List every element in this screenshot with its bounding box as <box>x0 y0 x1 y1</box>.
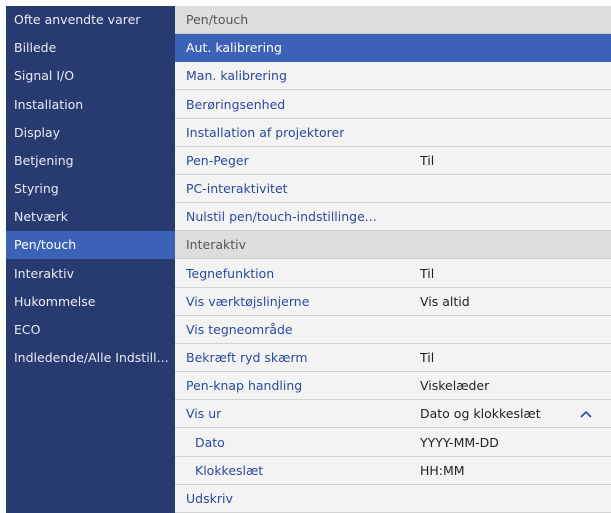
menu-row-vis-tegneomraade[interactable]: Vis tegneområde <box>175 316 611 344</box>
menu-row-klokkeslaet[interactable]: Klokkeslæt HH:MM <box>175 457 611 485</box>
menu-row-udskriv[interactable]: Udskriv <box>175 485 611 513</box>
row-label: Aut. kalibrering <box>186 40 282 56</box>
row-label: Vis ur <box>186 406 222 422</box>
menu-row-beroeringsenhed[interactable]: Berøringsenhed <box>175 91 611 119</box>
menu-row-tegnefunktion[interactable]: Tegnefunktion Til <box>175 260 611 288</box>
section-header-interaktiv: Interaktiv <box>175 231 611 260</box>
row-value: Til <box>420 265 435 281</box>
sidebar-item-billede[interactable]: Billede <box>6 34 175 62</box>
row-label: Klokkeslæt <box>195 462 264 478</box>
sidebar-item-eco[interactable]: ECO <box>6 316 175 344</box>
row-value: Dato og klokkeslæt <box>420 406 541 422</box>
menu-row-installation-af-projektorer[interactable]: Installation af projektorer <box>175 119 611 147</box>
menu-row-aut-kalibrering[interactable]: Aut. kalibrering <box>175 34 611 63</box>
menu-row-bekraeft-ryd-skaerm[interactable]: Bekræft ryd skærm Til <box>175 344 611 373</box>
menu-row-man-kalibrering[interactable]: Man. kalibrering <box>175 62 611 91</box>
sidebar-item-netvaerk[interactable]: Netværk <box>6 203 175 231</box>
settings-panel: Pen/touch Aut. kalibrering Man. kalibrer… <box>175 6 611 513</box>
menu-row-vis-vaerktoejslinjerne[interactable]: Vis værktøjslinjerne Vis altid <box>175 288 611 316</box>
sidebar-item-indledende-alle[interactable]: Indledende/Alle Indstill... <box>6 344 175 372</box>
row-value: Viskelæder <box>420 378 490 394</box>
row-value: Til <box>420 152 435 168</box>
row-label: Man. kalibrering <box>186 68 287 84</box>
sidebar-item-hukommelse[interactable]: Hukommelse <box>6 288 175 316</box>
row-label: Tegnefunktion <box>186 265 275 281</box>
menu-row-vis-ur[interactable]: Vis ur Dato og klokkeslæt <box>175 400 611 429</box>
sidebar-item-interaktiv[interactable]: Interaktiv <box>6 260 175 288</box>
menu-row-pen-knap-handling[interactable]: Pen-knap handling Viskelæder <box>175 372 611 401</box>
row-label: Installation af projektorer <box>186 124 345 140</box>
sidebar: Ofte anvendte varer Billede Signal I/O I… <box>6 6 175 513</box>
row-label: Berøringsenhed <box>186 96 286 112</box>
row-value: HH:MM <box>420 462 465 478</box>
row-value: Vis altid <box>420 293 470 309</box>
menu-row-pc-interaktivitet[interactable]: PC-interaktivitet <box>175 175 611 204</box>
row-value: YYYY-MM-DD <box>420 434 499 450</box>
row-label: Nulstil pen/touch-indstillinge... <box>186 209 377 225</box>
row-label: Vis værktøjslinjerne <box>186 293 310 309</box>
sidebar-item-display[interactable]: Display <box>6 119 175 147</box>
row-label: Udskriv <box>186 490 233 506</box>
sidebar-item-signal-io[interactable]: Signal I/O <box>6 62 175 90</box>
sidebar-item-betjening[interactable]: Betjening <box>6 147 175 175</box>
projector-menu: Ofte anvendte varer Billede Signal I/O I… <box>6 6 611 513</box>
row-label: Pen-Peger <box>186 152 249 168</box>
chevron-up-icon[interactable] <box>580 409 592 419</box>
section-header-pen-touch: Pen/touch <box>175 6 611 35</box>
menu-row-pen-peger[interactable]: Pen-Peger Til <box>175 147 611 175</box>
row-label: Pen-knap handling <box>186 378 303 394</box>
row-label: PC-interaktivitet <box>186 181 288 196</box>
menu-row-nulstil-pen-touch[interactable]: Nulstil pen/touch-indstillinge... <box>175 203 611 232</box>
sidebar-item-installation[interactable]: Installation <box>6 91 175 119</box>
sidebar-item-ofte-anvendte-varer[interactable]: Ofte anvendte varer <box>6 6 175 34</box>
row-label: Bekræft ryd skærm <box>186 350 308 365</box>
row-value: Til <box>420 350 435 365</box>
row-label: Vis tegneområde <box>186 321 293 337</box>
row-label: Dato <box>195 434 225 450</box>
sidebar-item-pen-touch[interactable]: Pen/touch <box>6 231 175 260</box>
menu-row-dato[interactable]: Dato YYYY-MM-DD <box>175 429 611 457</box>
sidebar-item-styring[interactable]: Styring <box>6 175 175 203</box>
